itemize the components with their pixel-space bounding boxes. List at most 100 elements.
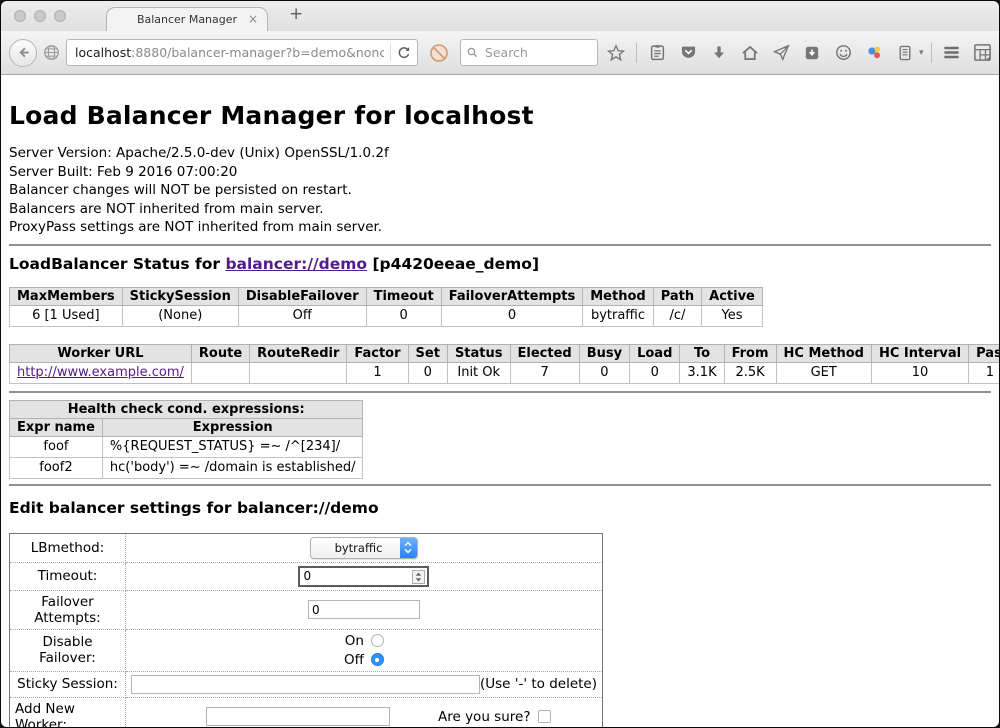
lbmethod-select[interactable]: bytraffic <box>310 537 418 559</box>
reload-button[interactable] <box>397 46 411 60</box>
worker-status-table: Worker URL Route RouteRedir Factor Set S… <box>9 344 999 384</box>
radio-on-label: On <box>345 633 364 649</box>
sticky-session-input[interactable] <box>131 675 480 694</box>
column-header: To <box>680 344 724 362</box>
failover-attempts-label: Failover Attempts: <box>10 590 126 629</box>
tab-close-icon[interactable]: × <box>248 12 258 26</box>
are-you-sure-checkbox[interactable] <box>538 710 551 723</box>
column-header: Elected <box>510 344 579 362</box>
dropdown-caret-icon[interactable]: ▾ <box>919 48 924 58</box>
column-header: Expression <box>102 418 363 436</box>
column-header: Active <box>702 287 763 305</box>
url-bar[interactable]: localhost:8880/balancer-manager?b=demo&n… <box>66 39 418 66</box>
worker-url-cell: http://www.example.com/ <box>10 362 192 383</box>
column-header: DisableFailover <box>238 287 366 305</box>
urlbar-divider <box>390 44 391 61</box>
timeout-label: Timeout: <box>10 562 126 590</box>
url-path: :8880/balancer-manager?b=demo&nonce=decc… <box>131 45 384 60</box>
send-icon <box>773 44 790 61</box>
minimize-window-button[interactable] <box>34 10 46 22</box>
table-cell: 0 <box>630 362 680 383</box>
column-header: Factor <box>347 344 408 362</box>
search-input[interactable] <box>483 44 591 61</box>
content-block-button[interactable] <box>429 43 449 63</box>
form-row-sticky-session: Sticky Session: (Use '-' to delete) <box>10 671 603 697</box>
table-cell: bytraffic <box>583 305 653 326</box>
column-header: Set <box>408 344 447 362</box>
table-cell: 0 <box>366 305 441 326</box>
status-heading-prefix: LoadBalancer Status for <box>9 255 225 273</box>
table-row: foof %{REQUEST_STATUS} =~ /^[234]/ <box>10 436 363 457</box>
table-cell: 0 <box>408 362 447 383</box>
balancer-demo-link[interactable]: balancer://demo <box>225 255 367 273</box>
column-header: Method <box>583 287 653 305</box>
expr-name-cell: foof <box>10 436 103 457</box>
add-worker-input[interactable] <box>206 707 390 726</box>
new-tab-button[interactable]: + <box>289 4 303 24</box>
downloads-button[interactable] <box>706 40 732 66</box>
back-button[interactable] <box>9 39 37 67</box>
table-row: http://www.example.com/ 1 0 Init Ok 7 0 … <box>10 362 1000 383</box>
tab-groups-button[interactable] <box>970 40 996 66</box>
table-cell: 0 <box>441 305 583 326</box>
clipboard-panel-icon <box>897 45 913 61</box>
number-spinner-icon[interactable] <box>412 570 425 584</box>
proxypass-notice-line: ProxyPass settings are NOT inherited fro… <box>9 218 991 237</box>
failover-attempts-cell <box>125 590 602 629</box>
server-version-line: Server Version: Apache/2.5.0-dev (Unix) … <box>9 144 991 163</box>
menu-button[interactable] <box>939 40 965 66</box>
lbmethod-selected-value: bytraffic <box>311 541 400 555</box>
timeout-input[interactable] <box>298 566 429 587</box>
clipboard-panel-button[interactable] <box>892 40 918 66</box>
navigation-toolbar: localhost:8880/balancer-manager?b=demo&n… <box>1 31 999 75</box>
tab-balancer-manager[interactable]: Balancer Manager × <box>106 7 268 31</box>
column-header: Route <box>191 344 249 362</box>
send-tab-button[interactable] <box>768 40 794 66</box>
sticky-session-label: Sticky Session: <box>10 671 126 697</box>
page-content: Load Balancer Manager for localhost Serv… <box>1 75 999 727</box>
form-row-add-worker: Add New Worker: Are you sure? <box>10 697 603 727</box>
column-header: HC Method <box>776 344 871 362</box>
close-window-button[interactable] <box>14 10 26 22</box>
back-icon <box>16 45 31 60</box>
panel-download-button[interactable] <box>799 40 825 66</box>
pocket-button[interactable] <box>675 40 701 66</box>
persist-notice-line: Balancer changes will NOT be persisted o… <box>9 181 991 200</box>
site-identity-button[interactable] <box>43 44 60 61</box>
edit-balancer-heading: Edit balancer settings for balancer://de… <box>9 499 991 517</box>
worker-url-link[interactable]: http://www.example.com/ <box>17 365 184 380</box>
window-controls <box>14 10 66 22</box>
select-stepper-icon <box>400 538 417 558</box>
feedback-button[interactable] <box>830 40 856 66</box>
lbmethod-label: LBmethod: <box>10 533 126 562</box>
search-bar[interactable] <box>460 39 598 66</box>
radio-off-label: Off <box>344 652 364 668</box>
download-icon <box>711 45 727 61</box>
column-header: RouteRedir <box>250 344 347 362</box>
search-icon <box>467 46 478 59</box>
server-info: Server Version: Apache/2.5.0-dev (Unix) … <box>9 144 991 237</box>
sticky-session-hint: (Use '-' to delete) <box>480 676 597 692</box>
disable-failover-off-radio[interactable] <box>371 653 384 666</box>
form-row-lbmethod: LBmethod: bytraffic <box>10 533 603 562</box>
table-header-row: Worker URL Route RouteRedir Factor Set S… <box>10 344 1000 362</box>
disable-failover-on-radio[interactable] <box>371 634 384 647</box>
home-button[interactable] <box>737 40 763 66</box>
table-cell: 2.5K <box>724 362 776 383</box>
column-header: Load <box>630 344 680 362</box>
form-row-disable-failover: Disable Failover: On Off <box>10 629 603 671</box>
zoom-window-button[interactable] <box>54 10 66 22</box>
failover-attempts-input[interactable] <box>308 600 420 619</box>
add-worker-label: Add New Worker: <box>10 697 126 727</box>
section-divider <box>9 391 991 393</box>
url-text: localhost:8880/balancer-manager?b=demo&n… <box>75 45 384 60</box>
bookmark-button[interactable] <box>603 40 629 66</box>
toolbar-divider <box>931 43 932 63</box>
column-header: Busy <box>579 344 629 362</box>
table-cell: GET <box>776 362 871 383</box>
table-cell: 1 <box>347 362 408 383</box>
column-header: Passes <box>969 344 999 362</box>
table-cell <box>191 362 249 383</box>
reading-list-button[interactable] <box>644 40 670 66</box>
colorway-extension-button[interactable] <box>861 40 887 66</box>
